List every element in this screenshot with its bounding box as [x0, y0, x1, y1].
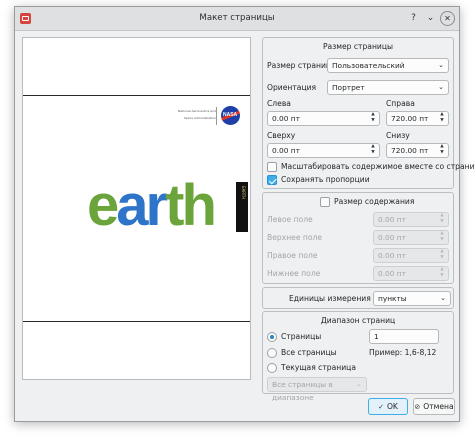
cancel-icon: ⊘ [414, 403, 421, 411]
chevron-down-icon: ⌄ [356, 380, 362, 388]
top-margin-label: Верхнее поле [267, 233, 323, 242]
right-margin-spinbox[interactable]: 0.00 пт ▲ ▼ [373, 248, 449, 263]
top-margin-spinbox[interactable]: 0.00 пт ▲ ▼ [373, 230, 449, 245]
content-size-group: Размер содержания Левое поле 0.00 пт ▲ ▼ … [262, 192, 454, 284]
spin-arrows-icon: ▲ ▼ [440, 267, 444, 278]
right-margin-value: 0.00 пт [378, 251, 406, 260]
help-icon[interactable]: ? [406, 11, 421, 26]
cancel-button[interactable]: ⊘ Отмена [413, 398, 455, 415]
preview-divider [216, 107, 217, 125]
ok-button[interactable]: ✓ OK [368, 398, 408, 415]
earth-letter: h [181, 173, 216, 238]
page-preview: National Aeronautics and Space Administr… [22, 37, 251, 380]
left-margin-spinbox[interactable]: 0.00 пт ▲ ▼ [373, 212, 449, 227]
bottom-label: Снизу [386, 131, 410, 140]
check-icon: ✓ [378, 403, 384, 411]
top-margin-value: 0.00 пт [378, 233, 406, 242]
spin-arrows-icon: ▲ ▼ [440, 144, 444, 155]
scale-content-checkbox[interactable] [267, 162, 277, 172]
bottom-value: 720.00 пт [391, 146, 429, 155]
earth-wordmark: earth [87, 177, 217, 235]
spin-arrows-icon: ▲ ▼ [440, 213, 444, 224]
ok-label: OK [386, 402, 398, 411]
right-label: Справа [386, 99, 415, 108]
left-value: 0.00 пт [272, 114, 300, 123]
keep-proportions-label: Сохранять пропорции [281, 175, 370, 184]
left-margin-label: Левое поле [267, 215, 313, 224]
right-margin-label: Правое поле [267, 251, 318, 260]
chevron-down-icon: ⌄ [438, 61, 444, 69]
left-spinbox[interactable]: 0.00 пт ▲ ▼ [267, 111, 380, 126]
spin-arrows-icon: ▲ ▼ [440, 231, 444, 242]
cancel-label: Отмена [423, 402, 454, 411]
strip-text: EARTH [241, 186, 246, 200]
current-page-radio[interactable] [267, 363, 277, 373]
left-margin-value: 0.00 пт [378, 215, 406, 224]
bottom-margin-spinbox[interactable]: 0.00 пт ▲ ▼ [373, 266, 449, 281]
range-filter-value: Все страницы в диапазоне [272, 380, 333, 402]
earth-letter: r [145, 173, 169, 238]
current-page-label: Текущая страница [281, 363, 356, 372]
pages-radio[interactable] [267, 332, 277, 342]
chevron-down-icon[interactable]: ⌄ [423, 11, 438, 26]
nasa-logo-icon: NASA [221, 106, 240, 125]
bottom-margin-value: 0.00 пт [378, 269, 406, 278]
orientation-value: Портрет [332, 83, 365, 92]
bottom-spinbox[interactable]: 720.00 пт ▲ ▼ [386, 143, 449, 158]
page-size-select[interactable]: Пользовательский ⌄ [327, 58, 449, 73]
window-title: Макет страницы [199, 13, 275, 23]
preview-tiny-text-1: National Aeronautics and [178, 109, 216, 113]
top-value: 0.00 пт [272, 146, 300, 155]
chevron-down-icon: ⌄ [438, 83, 444, 91]
right-spinbox[interactable]: 720.00 пт ▲ ▼ [386, 111, 449, 126]
close-icon[interactable]: ✕ [440, 11, 455, 26]
units-group: Единицы измерения пункты ⌄ [262, 287, 454, 309]
spin-arrows-icon: ▲ ▼ [371, 112, 375, 123]
page-range-title: Диапазон страниц [320, 316, 396, 325]
top-label: Сверху [267, 131, 296, 140]
title-bar: Макет страницы ? ⌄ ✕ [15, 7, 459, 31]
earth-letter: a [116, 173, 148, 238]
units-label: Единицы измерения [289, 294, 371, 303]
preview-page: National Aeronautics and Space Administr… [23, 95, 250, 322]
earth-letter: e [87, 173, 119, 238]
spin-arrows-icon: ▲ ▼ [440, 112, 444, 123]
orientation-label: Ориентация [267, 83, 317, 92]
units-value: пункты [378, 294, 407, 303]
right-value: 720.00 пт [391, 114, 429, 123]
range-filter-select[interactable]: Все страницы в диапазоне ⌄ [267, 377, 367, 402]
all-pages-label: Все страницы [281, 348, 337, 357]
keep-proportions-checkbox[interactable] [267, 175, 277, 185]
content-size-title: Размер содержания [334, 197, 415, 206]
page-layout-dialog: Макет страницы ? ⌄ ✕ National Aeronautic… [14, 6, 474, 422]
scale-content-label: Масштабировать содержимое вместе со стра… [281, 162, 474, 171]
spin-arrows-icon: ▲ ▼ [440, 249, 444, 260]
pages-input[interactable]: 1 [369, 329, 439, 344]
logo-text: NASA [223, 112, 238, 118]
range-example: Пример: 1,6-8,12 [369, 348, 437, 357]
top-spinbox[interactable]: 0.00 пт ▲ ▼ [267, 143, 380, 158]
bottom-margin-label: Нижнее поле [267, 269, 321, 278]
preview-tiny-text-2: Space Administration [184, 116, 217, 120]
page-range-group: Диапазон страниц Страницы 1 Все страницы… [262, 311, 454, 402]
chevron-down-icon: ⌄ [440, 294, 446, 302]
content-size-checkbox[interactable] [320, 197, 330, 207]
spin-arrows-icon: ▲ ▼ [371, 144, 375, 155]
all-pages-radio[interactable] [267, 348, 277, 358]
page-size-group-title: Размер страницы [322, 42, 394, 51]
preview-black-strip: EARTH [236, 182, 248, 232]
page-size-value: Пользовательский [332, 61, 405, 70]
left-label: Слева [267, 99, 291, 108]
orientation-select[interactable]: Портрет ⌄ [327, 80, 449, 95]
page-size-group: Размер страницы Размер страницы Пользова… [262, 37, 474, 189]
units-select[interactable]: пункты ⌄ [373, 291, 451, 306]
earth-letter: t [165, 173, 184, 238]
pages-label: Страницы [281, 332, 322, 341]
